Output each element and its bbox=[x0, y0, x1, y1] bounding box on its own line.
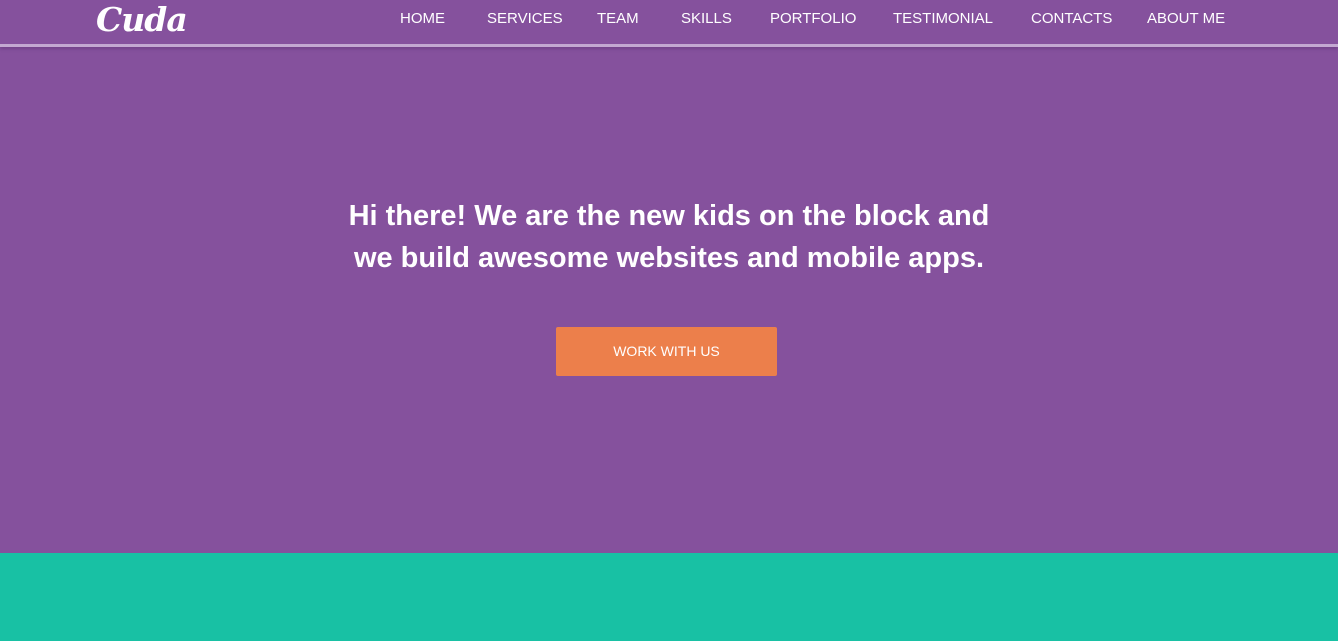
hero-headline-line-1: Hi there! We are the new kids on the blo… bbox=[348, 200, 990, 232]
nav-item-skills[interactable]: SKILLS bbox=[681, 0, 732, 38]
page: Hi there! We are the new kids on the blo… bbox=[0, 0, 1338, 641]
hero-section: Hi there! We are the new kids on the blo… bbox=[0, 0, 1338, 553]
nav-item-services[interactable]: SERVICES bbox=[487, 0, 563, 38]
work-with-us-button[interactable]: WORK WITH US bbox=[556, 327, 777, 376]
hero-headline-line-2: we build awesome websites and mobile app… bbox=[353, 242, 985, 274]
logo[interactable]: Cuda bbox=[96, 1, 188, 39]
hero-headline: Hi there! We are the new kids on the blo… bbox=[269, 195, 1069, 279]
nav-item-portfolio[interactable]: PORTFOLIO bbox=[770, 0, 856, 38]
nav-item-contacts[interactable]: CONTACTS bbox=[1031, 0, 1112, 38]
navbar: Cuda HOME SERVICES TEAM SKILLS PORTFOLIO… bbox=[0, 0, 1338, 47]
nav-item-team[interactable]: TEAM bbox=[597, 0, 639, 38]
nav-item-about-me[interactable]: ABOUT ME bbox=[1147, 0, 1225, 38]
nav-item-testimonial[interactable]: TESTIMONIAL bbox=[893, 0, 993, 38]
nav-item-home[interactable]: HOME bbox=[400, 0, 445, 38]
next-section bbox=[0, 553, 1338, 641]
